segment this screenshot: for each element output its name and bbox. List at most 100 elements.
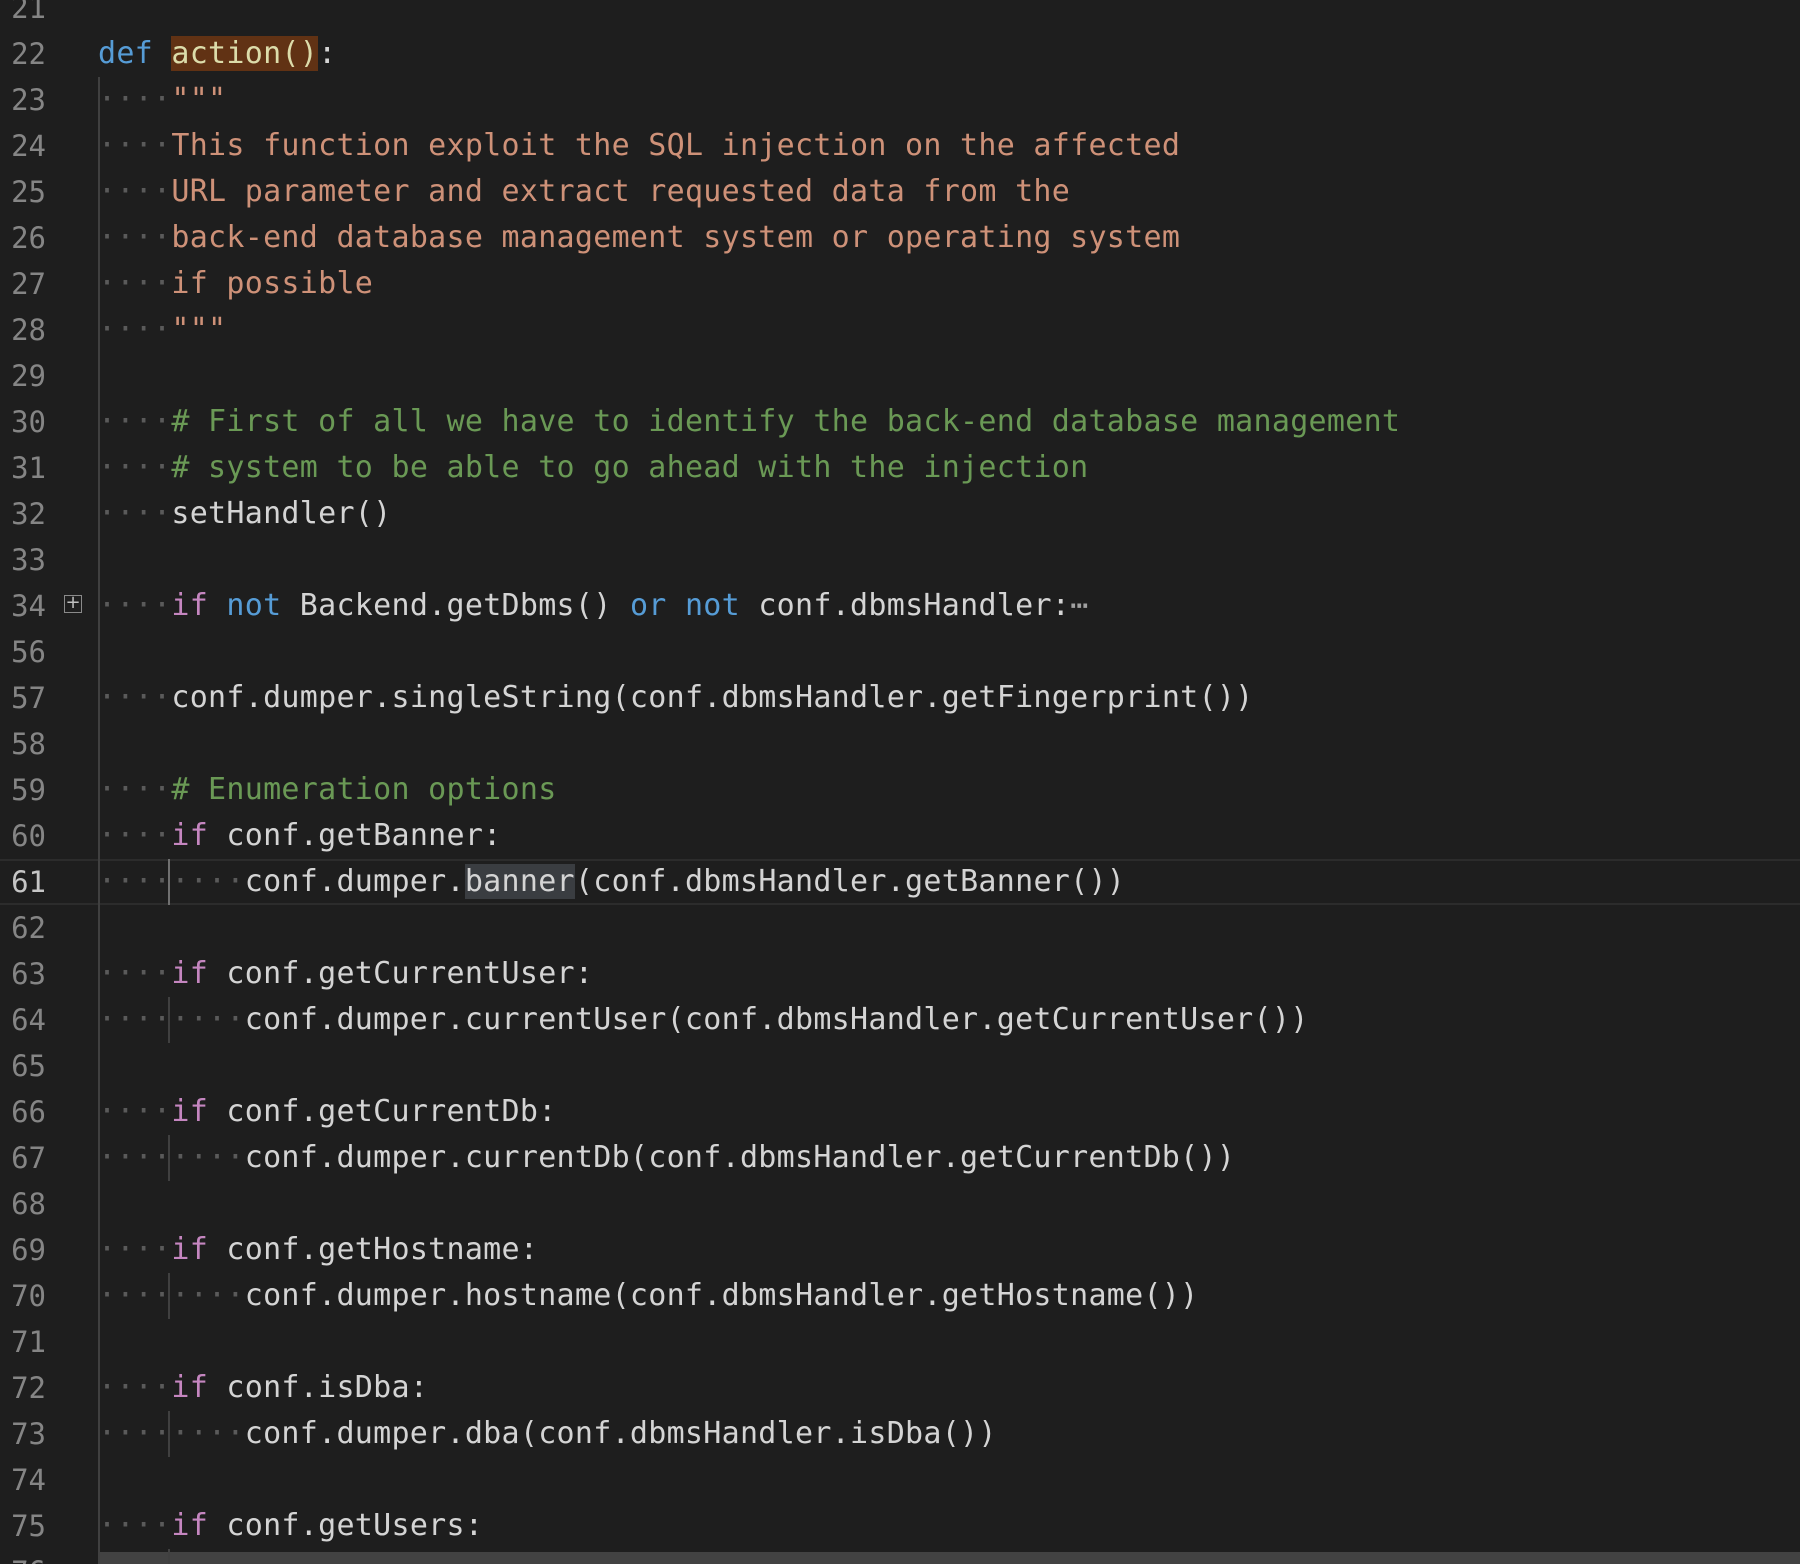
- code-line[interactable]: 66 ····if conf.getCurrentDb:: [0, 1089, 1800, 1135]
- code-text[interactable]: ········conf.dumper.currentDb(conf.dbmsH…: [98, 1135, 1235, 1181]
- code-token: conf.dumper.: [244, 864, 465, 899]
- code-line[interactable]: 57 ····conf.dumper.singleString(conf.dbms…: [0, 675, 1800, 721]
- line-number: 56: [11, 635, 46, 669]
- code-line[interactable]: 65: [0, 1043, 1800, 1089]
- folded-ellipsis-icon[interactable]: ⋯: [1070, 588, 1088, 623]
- code-line[interactable]: 70 ········conf.dumper.hostname(conf.dbms…: [0, 1273, 1800, 1319]
- code-text[interactable]: ····# First of all we have to identify t…: [98, 399, 1400, 445]
- code-text[interactable]: ····# Enumeration options: [98, 767, 557, 813]
- code-text[interactable]: ····if possible: [98, 261, 373, 307]
- code-line[interactable]: 27 ····if possible: [0, 261, 1800, 307]
- whitespace-dots: ····: [98, 404, 172, 439]
- code-token: conf.getCurrentDb:: [208, 1094, 557, 1129]
- code-line[interactable]: 74: [0, 1457, 1800, 1503]
- code-line[interactable]: 58: [0, 721, 1800, 767]
- indent-guide: [98, 77, 100, 1564]
- code-text[interactable]: ····""": [98, 77, 226, 123]
- code-text[interactable]: ········conf.dumper.banner(conf.dbmsHand…: [98, 859, 1125, 905]
- code-line[interactable]: 71: [0, 1319, 1800, 1365]
- code-line[interactable]: 21: [0, 0, 1800, 31]
- code-line[interactable]: 28 ····""": [0, 307, 1800, 353]
- keyword-token: if: [171, 1232, 209, 1267]
- whitespace-dots: ····: [98, 128, 172, 163]
- code-line[interactable]: 62: [0, 905, 1800, 951]
- code-line[interactable]: 69 ····if conf.getHostname:: [0, 1227, 1800, 1273]
- code-line[interactable]: 31 ····# system to be able to go ahead wi…: [0, 445, 1800, 491]
- code-text[interactable]: ····if conf.getBanner:: [98, 813, 502, 859]
- line-number: 25: [11, 175, 46, 209]
- line-number: 60: [11, 819, 46, 853]
- whitespace-dots: ····: [98, 772, 172, 807]
- code-line[interactable]: 24 ····This function exploit the SQL inje…: [0, 123, 1800, 169]
- whitespace-dots: ········: [98, 1002, 245, 1037]
- code-line[interactable]: 68: [0, 1181, 1800, 1227]
- code-line[interactable]: 67 ········conf.dumper.currentDb(conf.dbm…: [0, 1135, 1800, 1181]
- code-text[interactable]: ········conf.dumper.hostname(conf.dbmsHa…: [98, 1273, 1199, 1319]
- whitespace-dots: ····: [98, 1232, 172, 1267]
- code-line[interactable]: 72 ····if conf.isDba:: [0, 1365, 1800, 1411]
- code-text[interactable]: ····if conf.getHostname:: [98, 1227, 538, 1273]
- code-text[interactable]: ········conf.dumper.currentUser(conf.dbm…: [98, 997, 1309, 1043]
- code-text[interactable]: ····if conf.isDba:: [98, 1365, 428, 1411]
- indent-guide: [168, 859, 170, 905]
- line-number: 71: [11, 1325, 46, 1359]
- code-text[interactable]: ····""": [98, 307, 226, 353]
- fold-expand-icon[interactable]: +: [64, 594, 82, 613]
- keyword-token: if: [171, 1370, 209, 1405]
- code-token: conf.getHostname:: [208, 1232, 539, 1267]
- line-number: 63: [11, 957, 46, 991]
- whitespace-dots: ····: [98, 82, 172, 117]
- code-line[interactable]: 22 def action():: [0, 31, 1800, 77]
- line-number: 32: [11, 497, 46, 531]
- code-line[interactable]: 60 ····if conf.getBanner:: [0, 813, 1800, 859]
- line-number: 21: [11, 0, 46, 25]
- code-text[interactable]: ····if conf.getUsers:: [98, 1503, 483, 1549]
- code-line[interactable]: 29: [0, 353, 1800, 399]
- code-editor[interactable]: 21 22 def action(): 23 ····""" 24 ····This fun…: [0, 0, 1800, 1564]
- line-number: 70: [11, 1279, 46, 1313]
- code-line[interactable]: 63 ····if conf.getCurrentUser:: [0, 951, 1800, 997]
- code-text[interactable]: ····setHandler(): [98, 491, 391, 537]
- code-text[interactable]: ····if conf.getCurrentUser:: [98, 951, 593, 997]
- code-text[interactable]: ····URL parameter and extract requested …: [98, 169, 1070, 215]
- line-number: 28: [11, 313, 46, 347]
- code-text[interactable]: ····back-end database management system …: [98, 215, 1180, 261]
- code-token: conf.dumper.currentUser(conf.dbmsHandler…: [244, 1002, 1309, 1037]
- line-number: 29: [11, 359, 46, 393]
- indent-guide: [168, 1411, 170, 1457]
- function-name-token: action(): [171, 36, 319, 71]
- code-text[interactable]: def action():: [98, 31, 336, 77]
- string-token: This function exploit the SQL injection …: [171, 128, 1181, 163]
- code-line[interactable]: 32 ····setHandler(): [0, 491, 1800, 537]
- code-line[interactable]: 26 ····back-end database management syste…: [0, 215, 1800, 261]
- code-line[interactable]: 64 ········conf.dumper.currentUser(conf.d…: [0, 997, 1800, 1043]
- whitespace-dots: ····: [98, 588, 172, 623]
- code-line[interactable]: 75 ····if conf.getUsers:: [0, 1503, 1800, 1549]
- whitespace-dots: ····: [98, 680, 172, 715]
- code-line[interactable]: 34 + ····if not Backend.getDbms() or not c…: [0, 583, 1800, 629]
- keyword-token: if: [171, 818, 209, 853]
- code-text[interactable]: ····if conf.getCurrentDb:: [98, 1089, 557, 1135]
- code-text[interactable]: ····# system to be able to go ahead with…: [98, 445, 1088, 491]
- code-line[interactable]: 30 ····# First of all we have to identify…: [0, 399, 1800, 445]
- code-line[interactable]: 59 ····# Enumeration options: [0, 767, 1800, 813]
- code-text[interactable]: ····This function exploit the SQL inject…: [98, 123, 1180, 169]
- line-number: 27: [11, 267, 46, 301]
- code-token: conf.isDba:: [208, 1370, 429, 1405]
- code-line[interactable]: 25 ····URL parameter and extract requeste…: [0, 169, 1800, 215]
- code-line[interactable]: 56: [0, 629, 1800, 675]
- keyword-token: if: [171, 588, 209, 623]
- code-line[interactable]: 73 ········conf.dumper.dba(conf.dbmsHandl…: [0, 1411, 1800, 1457]
- code-line[interactable]: 33: [0, 537, 1800, 583]
- horizontal-scrollbar[interactable]: [98, 1552, 1800, 1564]
- code-line[interactable]: 61 ········conf.dumper.banner(conf.dbmsHa…: [0, 859, 1800, 905]
- line-number: 72: [11, 1371, 46, 1405]
- code-text[interactable]: ····conf.dumper.singleString(conf.dbmsHa…: [98, 675, 1254, 721]
- code-text[interactable]: ····if not Backend.getDbms() or not conf…: [98, 583, 1089, 629]
- line-number: 58: [11, 727, 46, 761]
- code-token: conf.dumper.currentDb(conf.dbmsHandler.g…: [244, 1140, 1236, 1175]
- code-line[interactable]: 23 ····""": [0, 77, 1800, 123]
- code-text[interactable]: ········conf.dumper.dba(conf.dbmsHandler…: [98, 1411, 997, 1457]
- line-number: 24: [11, 129, 46, 163]
